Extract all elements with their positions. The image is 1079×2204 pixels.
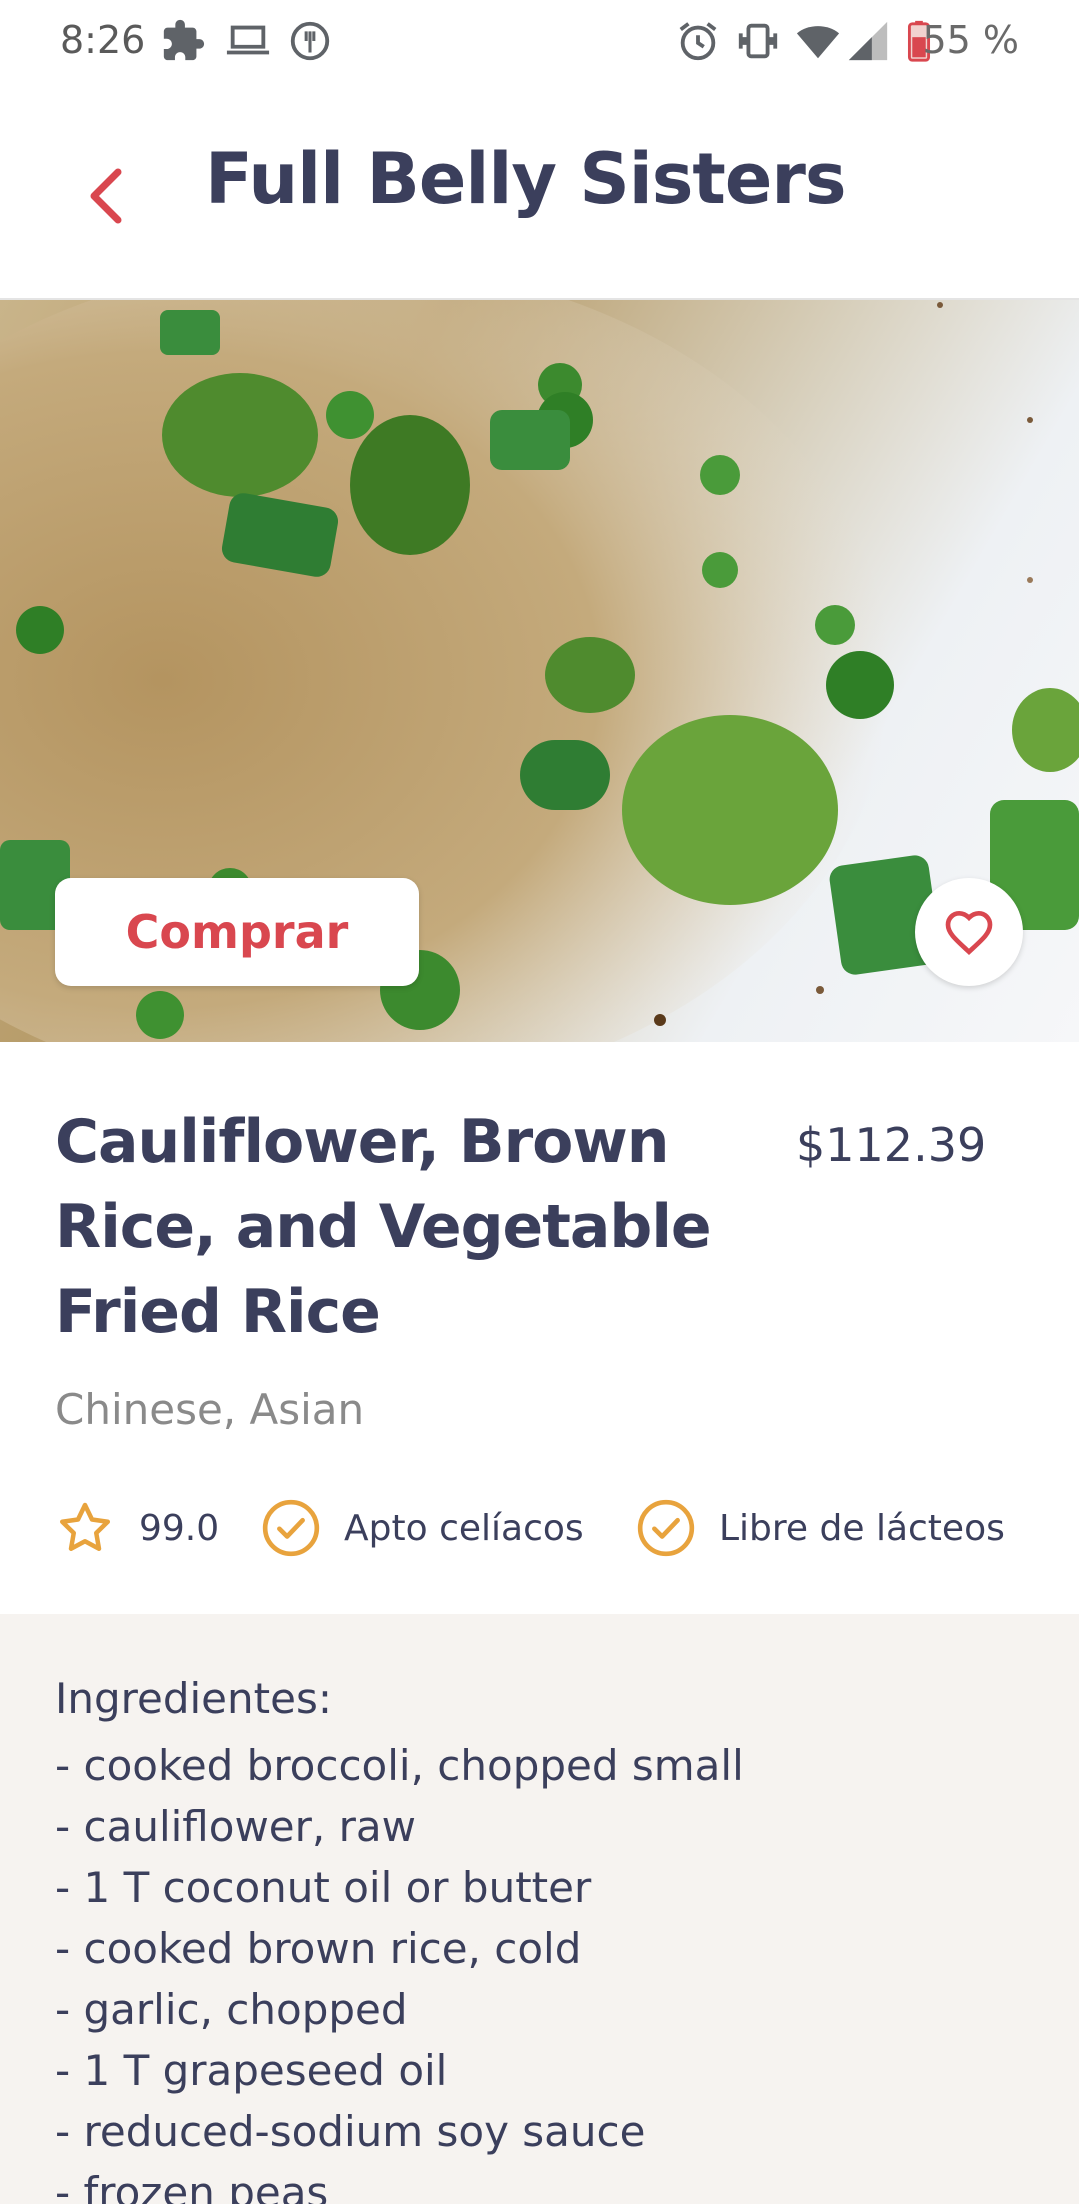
status-time: 8:26 (60, 18, 146, 62)
buy-button[interactable]: Comprar (55, 878, 419, 986)
list-item: - 1 T coconut oil or butter (55, 1863, 592, 1912)
recipe-tags: 99.0 Apto celíacos Libre de lácteos (55, 1495, 1055, 1565)
list-item: - cauliflower, raw (55, 1802, 416, 1851)
list-item: - cooked brown rice, cold (55, 1924, 582, 1973)
page-title: Full Belly Sisters (205, 138, 847, 220)
list-item: - 1 T grapeseed oil (55, 2046, 448, 2095)
rating-value: 99.0 (139, 1507, 220, 1549)
list-item: - cooked broccoli, chopped small (55, 1741, 744, 1790)
check-circle-icon (637, 1499, 695, 1557)
app-bar: Full Belly Sisters (0, 84, 1079, 300)
puzzle-icon (163, 19, 205, 61)
battery-percent: 55 % (922, 18, 1019, 62)
list-item: - frozen peas (55, 2168, 329, 2204)
list-item: - reduced-sodium soy sauce (55, 2107, 646, 2156)
laptop-icon (226, 25, 270, 55)
back-button[interactable] (70, 144, 150, 244)
tag-celiac: Apto celíacos (260, 1495, 584, 1561)
wifi-icon (796, 26, 840, 59)
tag-dairy-free: Libre de lácteos (635, 1495, 1005, 1561)
check-circle-icon (262, 1499, 320, 1557)
ingredients-list: - cooked broccoli, chopped small - cauli… (55, 1735, 744, 2204)
ingredients-heading: Ingredientes: (55, 1674, 332, 1723)
recipe-title: Cauliflower, Brown Rice, and Vegetable F… (55, 1107, 712, 1347)
chevron-left-icon (90, 168, 122, 224)
ingredients-section: Ingredientes: - cooked broccoli, chopped… (0, 1614, 1079, 2204)
tag-label: Libre de lácteos (719, 1507, 1005, 1549)
signal-icon (848, 21, 888, 61)
recipe-app-icon (290, 21, 330, 61)
price: $112.39 (796, 1118, 987, 1172)
rating-tag: 99.0 (55, 1495, 219, 1561)
alarm-icon (679, 22, 717, 61)
cuisine-label: Chinese, Asian (55, 1385, 365, 1434)
status-bar: 8:26 55 % (0, 0, 1079, 84)
favorite-button[interactable] (915, 878, 1023, 986)
vibrate-icon (738, 23, 778, 59)
heart-outline-icon (945, 910, 993, 956)
tag-label: Apto celíacos (344, 1507, 584, 1549)
list-item: - garlic, chopped (55, 1985, 408, 2034)
star-icon (60, 1502, 110, 1551)
